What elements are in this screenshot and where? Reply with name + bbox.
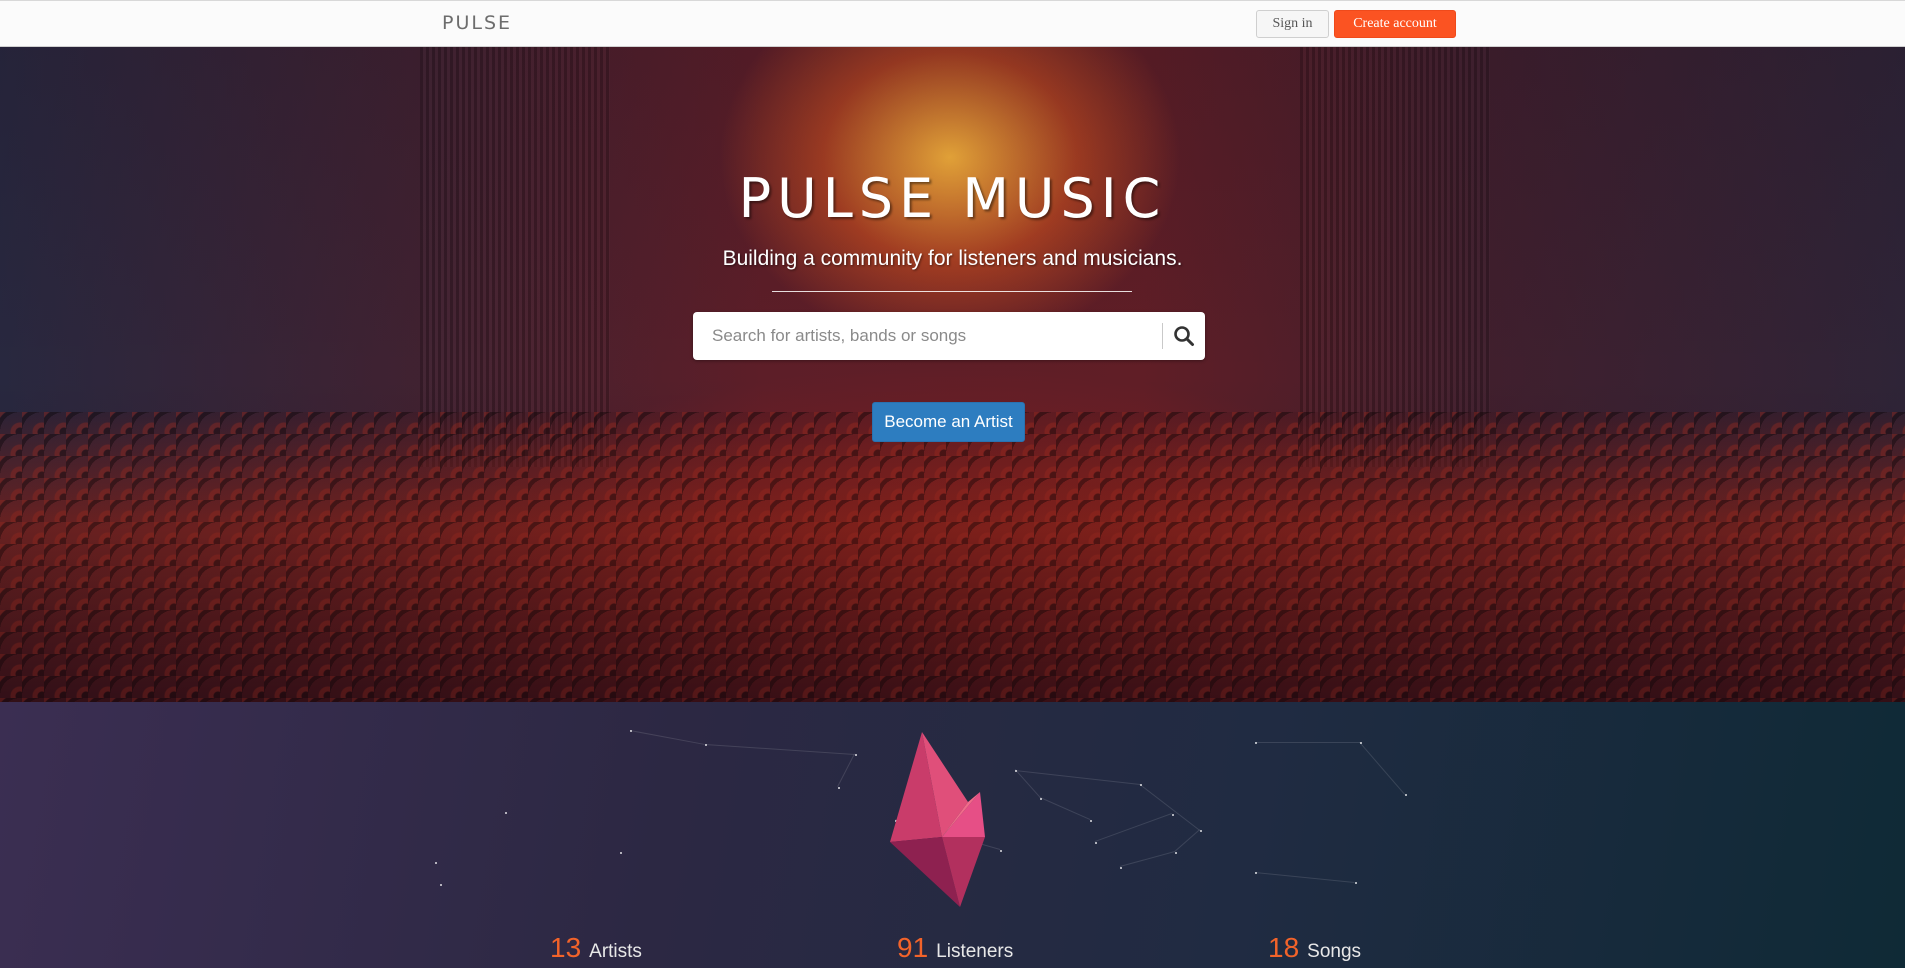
- stat-songs-label: Songs: [1307, 941, 1362, 962]
- stat-listeners-label: Listeners: [936, 941, 1014, 962]
- constellation-line: [1040, 797, 1091, 820]
- search-icon: [1174, 326, 1194, 346]
- constellation-line: [1174, 829, 1200, 852]
- constellation-line: [1139, 784, 1200, 831]
- pulse-logo-icon: [890, 732, 985, 907]
- constellation-dot: [1090, 820, 1092, 822]
- search-input[interactable]: [693, 312, 1163, 360]
- constellation-line: [1119, 851, 1175, 867]
- hero-title: PULSE MUSIC: [738, 167, 1167, 230]
- constellation-line: [629, 730, 705, 745]
- constellation-line: [1094, 813, 1172, 842]
- stat-listeners: 91 Listeners: [897, 932, 1013, 964]
- stat-artists: 13 Artists: [550, 932, 642, 964]
- constellation-dot: [620, 852, 622, 854]
- constellation-dot: [838, 787, 840, 789]
- stat-listeners-count: 91: [897, 932, 929, 963]
- constellation-dot: [440, 884, 442, 886]
- hero-overlay: [0, 47, 1905, 702]
- constellation-dot: [1175, 852, 1177, 854]
- constellation-line: [704, 744, 855, 755]
- constellation-line: [837, 753, 855, 787]
- create-account-button[interactable]: Create account: [1334, 10, 1456, 38]
- search-bar: [693, 312, 1205, 360]
- brand-logo[interactable]: PULSE: [442, 12, 512, 34]
- constellation-line: [1015, 769, 1041, 798]
- constellation-dot: [1172, 814, 1174, 816]
- constellation-dot: [1355, 882, 1357, 884]
- hero-divider: [772, 291, 1132, 292]
- constellation-line: [1254, 872, 1355, 883]
- constellation-line: [1014, 770, 1140, 785]
- hero-section: PULSE MUSIC Building a community for lis…: [0, 47, 1905, 702]
- stat-artists-label: Artists: [589, 941, 642, 962]
- constellation-dot: [1095, 842, 1097, 844]
- constellation-line: [1255, 742, 1360, 743]
- stat-artists-count: 13: [550, 932, 582, 963]
- stat-songs: 18 Songs: [1268, 932, 1361, 964]
- constellation-dot: [1405, 794, 1407, 796]
- search-button[interactable]: [1163, 312, 1205, 360]
- constellation-dot: [435, 862, 437, 864]
- constellation-line: [1359, 742, 1405, 795]
- hero-subtitle: Building a community for listeners and m…: [722, 247, 1183, 270]
- constellation-dot: [855, 754, 857, 756]
- become-artist-button[interactable]: Become an Artist: [872, 402, 1025, 442]
- stat-songs-count: 18: [1268, 932, 1300, 963]
- stats-section: 13 Artists 91 Listeners 18 Songs: [0, 702, 1905, 968]
- constellation-dot: [1200, 830, 1202, 832]
- constellation-dot: [1120, 867, 1122, 869]
- sign-in-button[interactable]: Sign in: [1256, 10, 1329, 38]
- top-navbar: PULSE Sign in Create account: [0, 0, 1905, 47]
- constellation-dot: [505, 812, 507, 814]
